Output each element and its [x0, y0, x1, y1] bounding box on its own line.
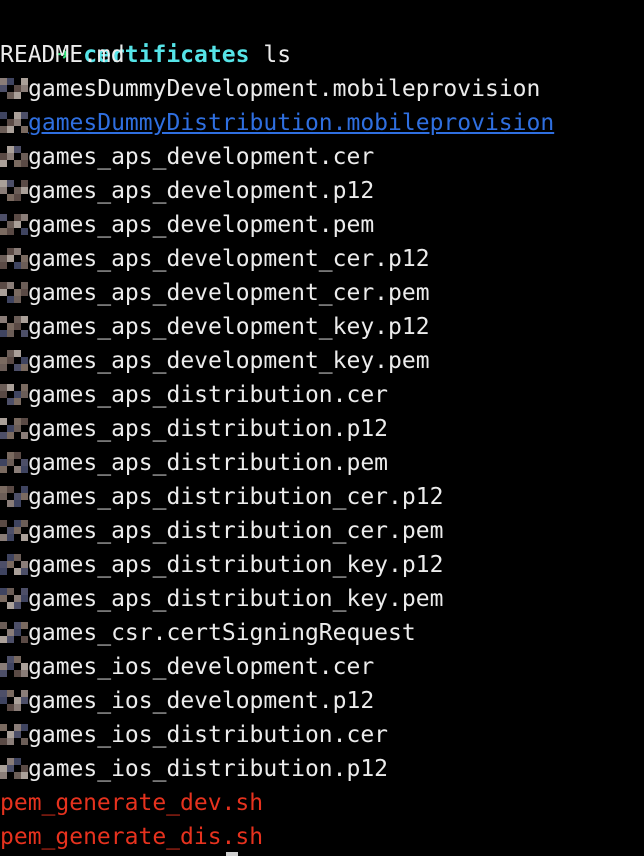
- list-item: games_ios_development.cer: [0, 650, 374, 684]
- file-name: games_aps_distribution_cer.p12: [28, 484, 444, 510]
- file-icon: [0, 383, 28, 405]
- list-item: games_aps_distribution.pem: [0, 446, 388, 480]
- list-item: pem_generate_dis.sh: [0, 820, 263, 854]
- list-item: games_aps_distribution.cer: [0, 378, 388, 412]
- file-icon: [0, 247, 28, 269]
- file-icon: [0, 417, 28, 439]
- file-icon: [0, 349, 28, 371]
- file-icon: [0, 587, 28, 609]
- file-icon: [0, 621, 28, 643]
- list-item: gamesDummyDistribution.mobileprovision: [0, 106, 554, 140]
- file-icon: [0, 689, 28, 711]
- list-item: gamesDummyDevelopment.mobileprovision: [0, 72, 540, 106]
- executable-file-name: pem_generate_dis.sh: [0, 824, 264, 850]
- file-name: games_aps_distribution_key.pem: [28, 586, 444, 612]
- prompt-line: ➜ certificates ls: [0, 4, 291, 68]
- file-name: gamesDummyDevelopment.mobileprovision: [28, 76, 541, 102]
- list-item: games_aps_development_cer.pem: [0, 276, 430, 310]
- file-name: games_aps_development_key.pem: [28, 348, 430, 374]
- file-icon: [0, 451, 28, 473]
- terminal-window[interactable]: ➜ certificates ls README.md gamesDummyDevel…: [0, 0, 644, 856]
- list-item: games_aps_distribution_cer.pem: [0, 514, 443, 548]
- file-icon: [0, 213, 28, 235]
- list-item: README.md: [0, 38, 125, 72]
- list-item: games_ios_distribution.cer: [0, 718, 388, 752]
- file-name: games_aps_distribution_cer.pem: [28, 518, 444, 544]
- file-icon: [0, 723, 28, 745]
- file-name: games_ios_distribution.p12: [28, 756, 389, 782]
- file-name: games_aps_development_key.p12: [28, 314, 430, 340]
- list-item: games_aps_development.p12: [0, 174, 374, 208]
- file-name: games_aps_development.cer: [28, 144, 375, 170]
- list-item: games_aps_development.pem: [0, 208, 374, 242]
- file-icon: [0, 485, 28, 507]
- file-name: games_aps_distribution_key.p12: [28, 552, 444, 578]
- file-name: games_aps_development_cer.pem: [28, 280, 430, 306]
- file-name: README.md: [0, 42, 125, 68]
- symlink-file-name: gamesDummyDistribution.mobileprovision: [28, 110, 555, 136]
- file-icon: [0, 179, 28, 201]
- list-item: games_aps_development_key.p12: [0, 310, 430, 344]
- list-item: games_csr.certSigningRequest: [0, 616, 416, 650]
- list-item: games_aps_development.cer: [0, 140, 374, 174]
- file-name: games_ios_distribution.cer: [28, 722, 389, 748]
- file-name: games_csr.certSigningRequest: [28, 620, 416, 646]
- file-icon: [0, 553, 28, 575]
- file-icon: [0, 77, 28, 99]
- file-name: games_aps_distribution.p12: [28, 416, 389, 442]
- executable-file-name: pem_generate_dev.sh: [0, 790, 264, 816]
- list-item: games_aps_development_cer.p12: [0, 242, 430, 276]
- file-name: games_aps_development.pem: [28, 212, 375, 238]
- file-name: games_ios_development.cer: [28, 654, 375, 680]
- list-item: games_aps_distribution_cer.p12: [0, 480, 443, 514]
- file-name: games_aps_distribution.pem: [28, 450, 389, 476]
- list-item: games_aps_development_key.pem: [0, 344, 430, 378]
- list-item: games_aps_distribution.p12: [0, 412, 388, 446]
- list-item: games_ios_distribution.p12: [0, 752, 388, 786]
- file-icon: [0, 519, 28, 541]
- file-icon: [0, 315, 28, 337]
- list-item: games_aps_distribution_key.pem: [0, 582, 443, 616]
- file-icon: [0, 655, 28, 677]
- text-cursor: [226, 852, 238, 856]
- file-icon: [0, 757, 28, 779]
- file-icon: [0, 145, 28, 167]
- file-name: games_ios_development.p12: [28, 688, 375, 714]
- file-name: games_aps_development_cer.p12: [28, 246, 430, 272]
- command-text: ls: [263, 42, 292, 68]
- file-icon: [0, 111, 28, 133]
- file-icon: [0, 281, 28, 303]
- file-name: games_aps_distribution.cer: [28, 382, 389, 408]
- list-item: games_ios_development.p12: [0, 684, 374, 718]
- file-name: games_aps_development.p12: [28, 178, 375, 204]
- list-item: pem_generate_dev.sh: [0, 786, 263, 820]
- list-item: games_aps_distribution_key.p12: [0, 548, 443, 582]
